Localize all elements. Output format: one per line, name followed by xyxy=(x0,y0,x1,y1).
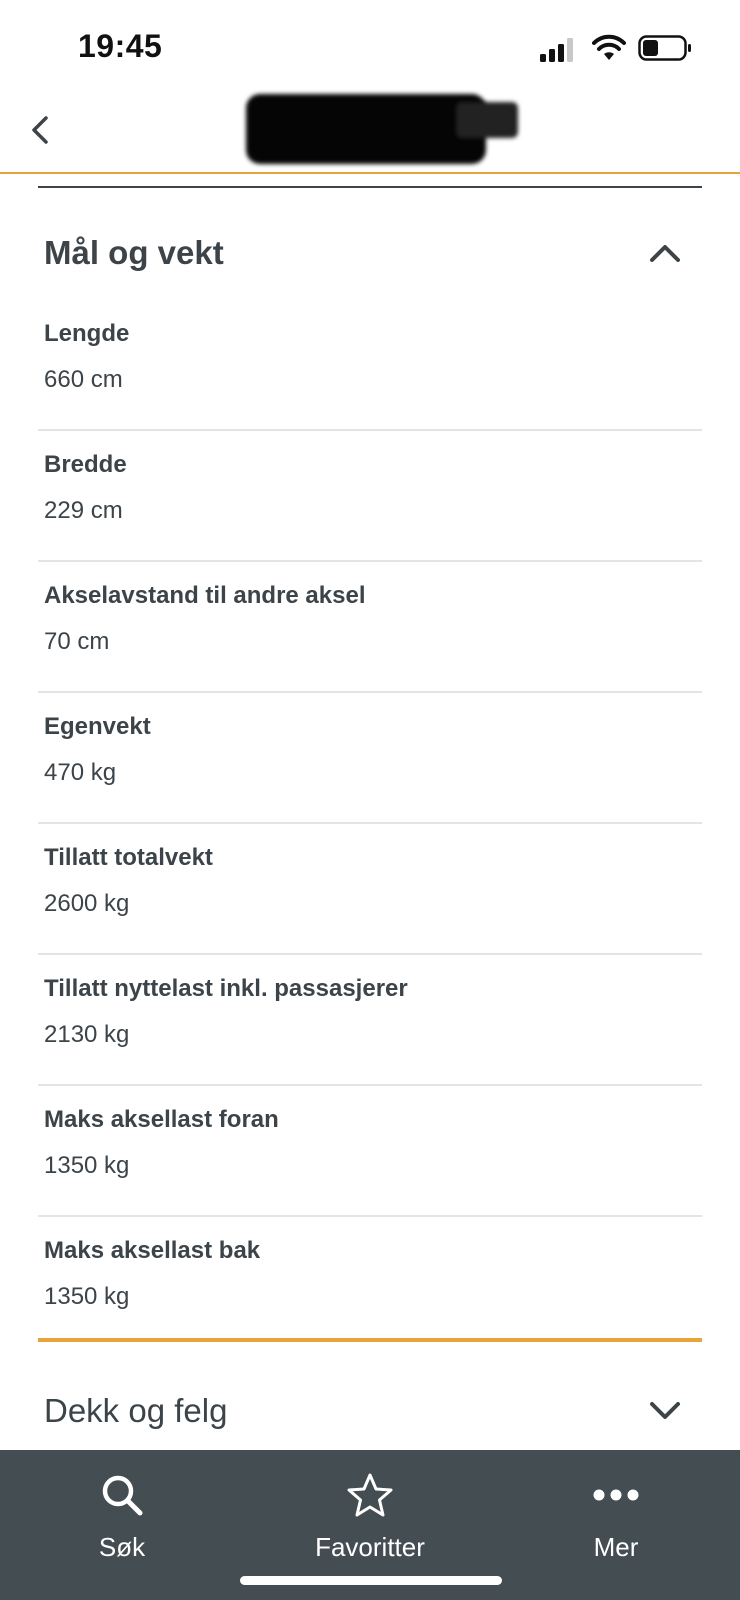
spec-label: Egenvekt xyxy=(44,713,151,740)
tab-favoritter[interactable]: Favoritter xyxy=(280,1472,460,1582)
spec-value: 2130 kg xyxy=(44,1021,130,1048)
spec-value: 1350 kg xyxy=(44,1283,130,1310)
spec-value: 1350 kg xyxy=(44,1152,130,1179)
spec-row-maks-aksellast-bak: Maks aksellast bak 1350 kg xyxy=(38,1217,702,1348)
section-title: Mål og vekt xyxy=(44,234,224,271)
search-icon xyxy=(102,1475,143,1516)
spec-row-egenvekt: Egenvekt 470 kg xyxy=(38,693,702,824)
signal-icon xyxy=(540,38,573,62)
more-icon xyxy=(593,1489,639,1501)
battery-icon xyxy=(638,35,691,61)
section-header-maal-og-vekt[interactable]: Mål og vekt xyxy=(38,222,702,292)
spec-list: Lengde 660 cm Bredde 229 cm Akselavstand… xyxy=(38,300,702,1348)
spec-value: 470 kg xyxy=(44,759,117,786)
redacted-title xyxy=(246,92,520,164)
spec-row-lengde: Lengde 660 cm xyxy=(38,300,702,431)
tab-label: Mer xyxy=(593,1532,639,1562)
spec-row-akselavstand: Akselavstand til andre aksel 70 cm xyxy=(38,562,702,693)
chevron-down-icon xyxy=(650,1402,680,1419)
spec-value: 70 cm xyxy=(44,628,110,655)
spec-label: Maks aksellast foran xyxy=(44,1106,279,1133)
spec-label: Maks aksellast bak xyxy=(44,1237,261,1264)
back-chevron-icon[interactable] xyxy=(26,108,56,152)
spec-row-maks-aksellast-foran: Maks aksellast foran 1350 kg xyxy=(38,1086,702,1217)
status-bar: 19:45 xyxy=(0,0,740,88)
spec-value: 660 cm xyxy=(44,366,123,393)
spec-label: Lengde xyxy=(44,320,130,347)
navigation-bar xyxy=(0,88,740,174)
tab-label: Favoritter xyxy=(315,1532,425,1562)
section-accent-divider xyxy=(38,1338,702,1342)
spec-label: Akselavstand til andre aksel xyxy=(44,582,366,609)
wifi-icon xyxy=(592,34,626,60)
section-header-dekk-og-felg[interactable]: Dekk og felg xyxy=(38,1380,702,1440)
spec-row-tillatt-nyttelast: Tillatt nyttelast inkl. passasjerer 2130… xyxy=(38,955,702,1086)
spec-value: 229 cm xyxy=(44,497,123,524)
spec-label: Tillatt nyttelast inkl. passasjerer xyxy=(44,975,408,1002)
spec-label: Tillatt totalvekt xyxy=(44,844,213,871)
spec-row-tillatt-totalvekt: Tillatt totalvekt 2600 kg xyxy=(38,824,702,955)
section-title: Dekk og felg xyxy=(44,1392,228,1429)
star-icon xyxy=(347,1473,393,1517)
tab-label: Søk xyxy=(98,1532,146,1562)
status-time: 19:45 xyxy=(78,28,163,64)
tab-sok[interactable]: Søk xyxy=(32,1472,212,1582)
spec-label: Bredde xyxy=(44,451,127,478)
section-divider xyxy=(38,186,702,188)
home-indicator xyxy=(240,1576,502,1585)
spec-row-bredde: Bredde 229 cm xyxy=(38,431,702,562)
spec-value: 2600 kg xyxy=(44,890,130,917)
chevron-up-icon xyxy=(650,245,680,262)
tab-mer[interactable]: Mer xyxy=(526,1472,706,1582)
